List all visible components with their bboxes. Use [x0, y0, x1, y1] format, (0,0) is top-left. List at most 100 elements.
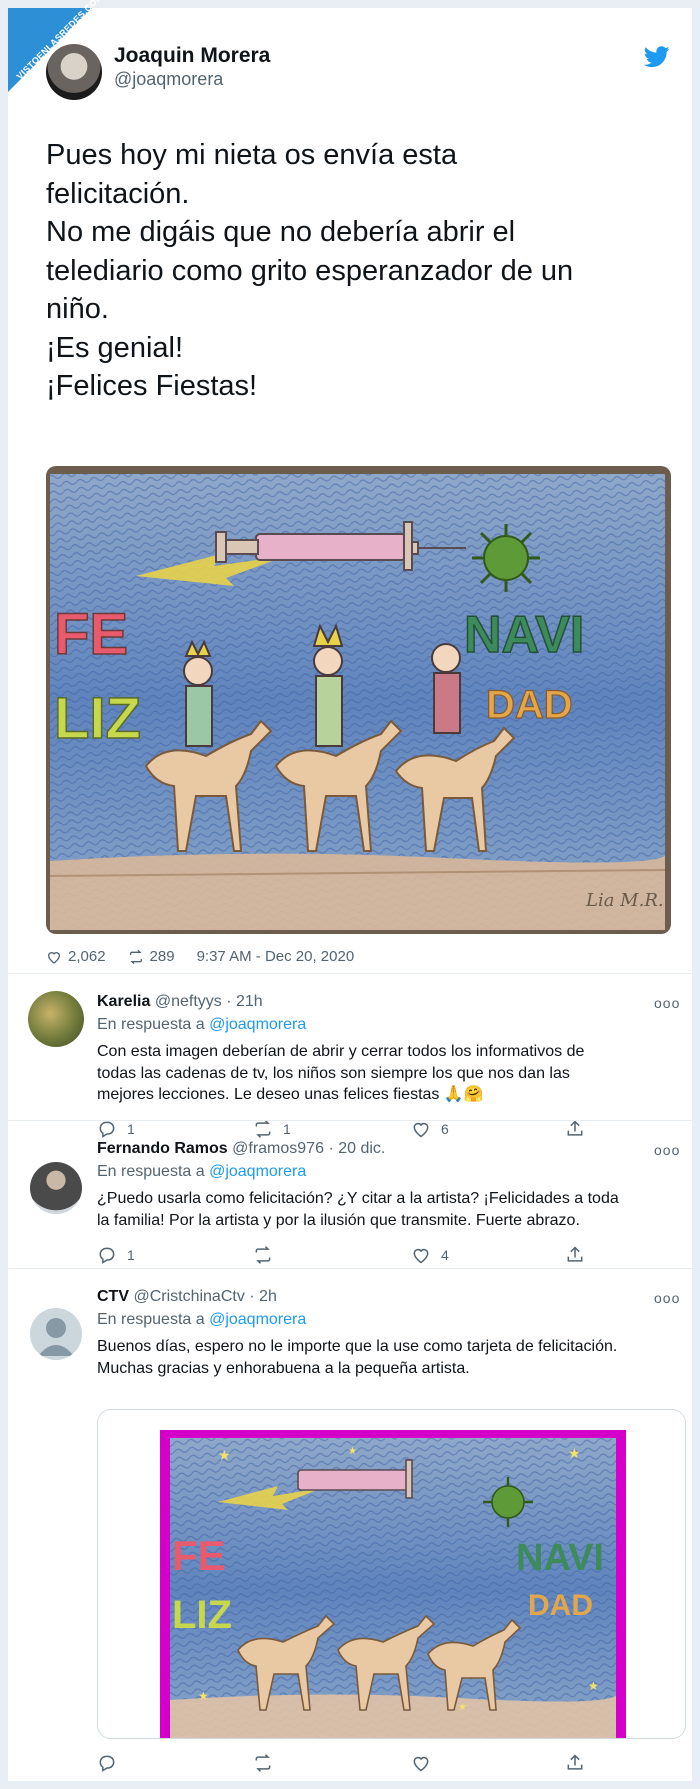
reply-text: Buenos días, espero no le importe que la…	[97, 1336, 687, 1379]
like-button[interactable]	[411, 1753, 441, 1773]
reply-icon	[99, 1247, 115, 1264]
like-button[interactable]: 4	[411, 1245, 449, 1265]
reply-age[interactable]: · 21h	[226, 993, 262, 1010]
more-icon[interactable]: ooo	[654, 995, 680, 1011]
like-button[interactable]: 6	[411, 1119, 449, 1139]
reply-line: todas las cadenas de tv, los niños son s…	[97, 1064, 570, 1082]
reply-age[interactable]: · 20 dic.	[328, 1140, 385, 1157]
drawing-word-navi: NAVI	[464, 606, 584, 664]
reply-line: Con esta imagen deberían de abrir y cerr…	[97, 1043, 585, 1060]
reply-count: 1	[127, 1121, 135, 1137]
tweet-timestamp[interactable]: 9:37 AM - Dec 20, 2020	[197, 948, 355, 965]
tweet-image[interactable]: FE LIZ NAVI DAD Lia M.R.	[46, 466, 671, 934]
share-button[interactable]	[565, 1245, 585, 1265]
retweet-icon	[255, 1246, 271, 1264]
in-reply-link[interactable]: @joaqmorera	[209, 1311, 306, 1328]
in-reply-link[interactable]: @joaqmorera	[209, 1016, 306, 1033]
reply-handle[interactable]: @neftyys	[155, 993, 222, 1010]
share-button[interactable]	[565, 1753, 585, 1773]
reply-drawing-word-navi: NAVI	[516, 1537, 604, 1579]
more-icon[interactable]: ooo	[654, 1290, 680, 1306]
reply-line: mejores lecciones. Le deseo unas felices…	[97, 1086, 484, 1103]
reply-count: 1	[127, 1247, 135, 1263]
in-reply-to: En respuesta a @joaqmorera	[97, 1016, 306, 1034]
reply-button[interactable]: 1	[97, 1245, 135, 1265]
retweet-button[interactable]	[253, 1245, 283, 1265]
svg-text:★: ★	[198, 1689, 209, 1703]
reply-line: la familia! Por la artista y por la ilus…	[97, 1211, 580, 1229]
in-reply-to: En respuesta a @joaqmorera	[97, 1163, 306, 1181]
reply-image[interactable]: FE LIZ NAVI DAD ★ ★ ★ ★ ★ ★	[97, 1409, 686, 1739]
reply-actions	[97, 1753, 597, 1775]
tweet-text: Pues hoy mi nieta os envía esta felicita…	[46, 136, 676, 406]
reply-header: CTV @CristchinaCtv · 2h	[97, 1288, 277, 1306]
divider	[8, 1268, 692, 1269]
reply-icon	[99, 1755, 115, 1772]
heart-icon	[413, 1756, 429, 1772]
avatar[interactable]	[30, 1162, 82, 1214]
svg-text:★: ★	[458, 1702, 467, 1713]
reply-line: Muchas gracias y enhorabuena a la pequeñ…	[97, 1359, 470, 1377]
reply-header: Fernando Ramos @framos976 · 20 dic.	[97, 1140, 385, 1158]
share-button[interactable]	[565, 1119, 585, 1139]
tweet-line: No me digáis que no debería abrir el	[46, 216, 516, 248]
tweet-line: Pues hoy mi nieta os envía esta	[46, 139, 458, 171]
drawing-word-liz: LIZ	[54, 686, 141, 751]
retweet-button[interactable]	[253, 1753, 283, 1773]
reply-drawing: FE LIZ NAVI DAD ★ ★ ★ ★ ★ ★	[98, 1410, 685, 1738]
in-reply-label: En respuesta a	[97, 1311, 205, 1328]
retweet-icon[interactable]	[128, 949, 144, 965]
share-icon	[567, 1120, 583, 1136]
svg-text:★: ★	[348, 1446, 357, 1457]
reply-line: ¿Puedo usarla como felicitación? ¿Y cita…	[97, 1190, 619, 1207]
reply-text: Con esta imagen deberían de abrir y cerr…	[97, 1041, 687, 1106]
tweet-line: niño.	[46, 293, 109, 325]
tweet-line: ¡Felices Fiestas!	[46, 370, 258, 402]
avatar[interactable]	[28, 991, 84, 1047]
svg-text:★: ★	[588, 1679, 599, 1693]
reply-button[interactable]	[97, 1753, 127, 1773]
twitter-bird-icon[interactable]	[644, 46, 670, 68]
like-count: 6	[441, 1121, 449, 1137]
heart-icon	[413, 1122, 429, 1138]
retweet-icon	[255, 1120, 271, 1138]
reply-name[interactable]: Karelia	[97, 993, 150, 1010]
tweet-line: felicitación.	[46, 177, 190, 210]
reply-actions: 1 4	[97, 1245, 597, 1267]
retweet-button[interactable]: 1	[253, 1119, 291, 1139]
drawing-signature: Lia M.R.	[585, 890, 664, 911]
virus	[472, 524, 540, 592]
share-icon	[567, 1754, 583, 1770]
reply-name[interactable]: Fernando Ramos	[97, 1140, 228, 1157]
reply-drawing-word-fe: FE	[172, 1532, 226, 1579]
reply-header: Karelia @neftyys · 21h	[97, 993, 263, 1011]
reply-icon	[99, 1121, 115, 1138]
author-name[interactable]: Joaquin Morera	[114, 44, 270, 68]
reply-drawing-word-liz: LIZ	[172, 1593, 232, 1637]
retweet-count: 1	[283, 1121, 291, 1137]
in-reply-label: En respuesta a	[97, 1163, 205, 1180]
author-handle[interactable]: @joaqmorera	[114, 69, 223, 90]
share-icon	[567, 1246, 583, 1262]
reply-handle[interactable]: @framos976	[232, 1140, 324, 1157]
heart-icon[interactable]	[46, 949, 62, 965]
tweet-thread-card: VISTOENLASREDES.COM Joaquin Morera @joaq…	[8, 0, 692, 1781]
in-reply-link[interactable]: @joaqmorera	[209, 1163, 306, 1180]
avatar[interactable]	[30, 1308, 82, 1360]
default-avatar-icon	[38, 1318, 74, 1356]
reply-handle[interactable]: @CristchinaCtv	[133, 1288, 244, 1305]
reply-text: ¿Puedo usarla como felicitación? ¿Y cita…	[97, 1188, 687, 1231]
reply-drawing-word-dad: DAD	[528, 1589, 593, 1622]
svg-text:★: ★	[568, 1445, 581, 1461]
divider	[8, 1120, 692, 1121]
reply-line: Buenos días, espero no le importe que la…	[97, 1338, 618, 1355]
more-icon[interactable]: ooo	[654, 1142, 680, 1158]
heart-icon	[413, 1248, 429, 1264]
child-drawing: FE LIZ NAVI DAD Lia M.R.	[46, 466, 671, 934]
retweet-icon	[255, 1754, 271, 1772]
svg-text:★: ★	[218, 1447, 231, 1463]
reply-age[interactable]: · 2h	[249, 1288, 277, 1305]
reply-name[interactable]: CTV	[97, 1288, 129, 1305]
reply-button[interactable]: 1	[97, 1119, 135, 1139]
tweet-line: telediario como grito esperanzador de un	[46, 254, 574, 287]
